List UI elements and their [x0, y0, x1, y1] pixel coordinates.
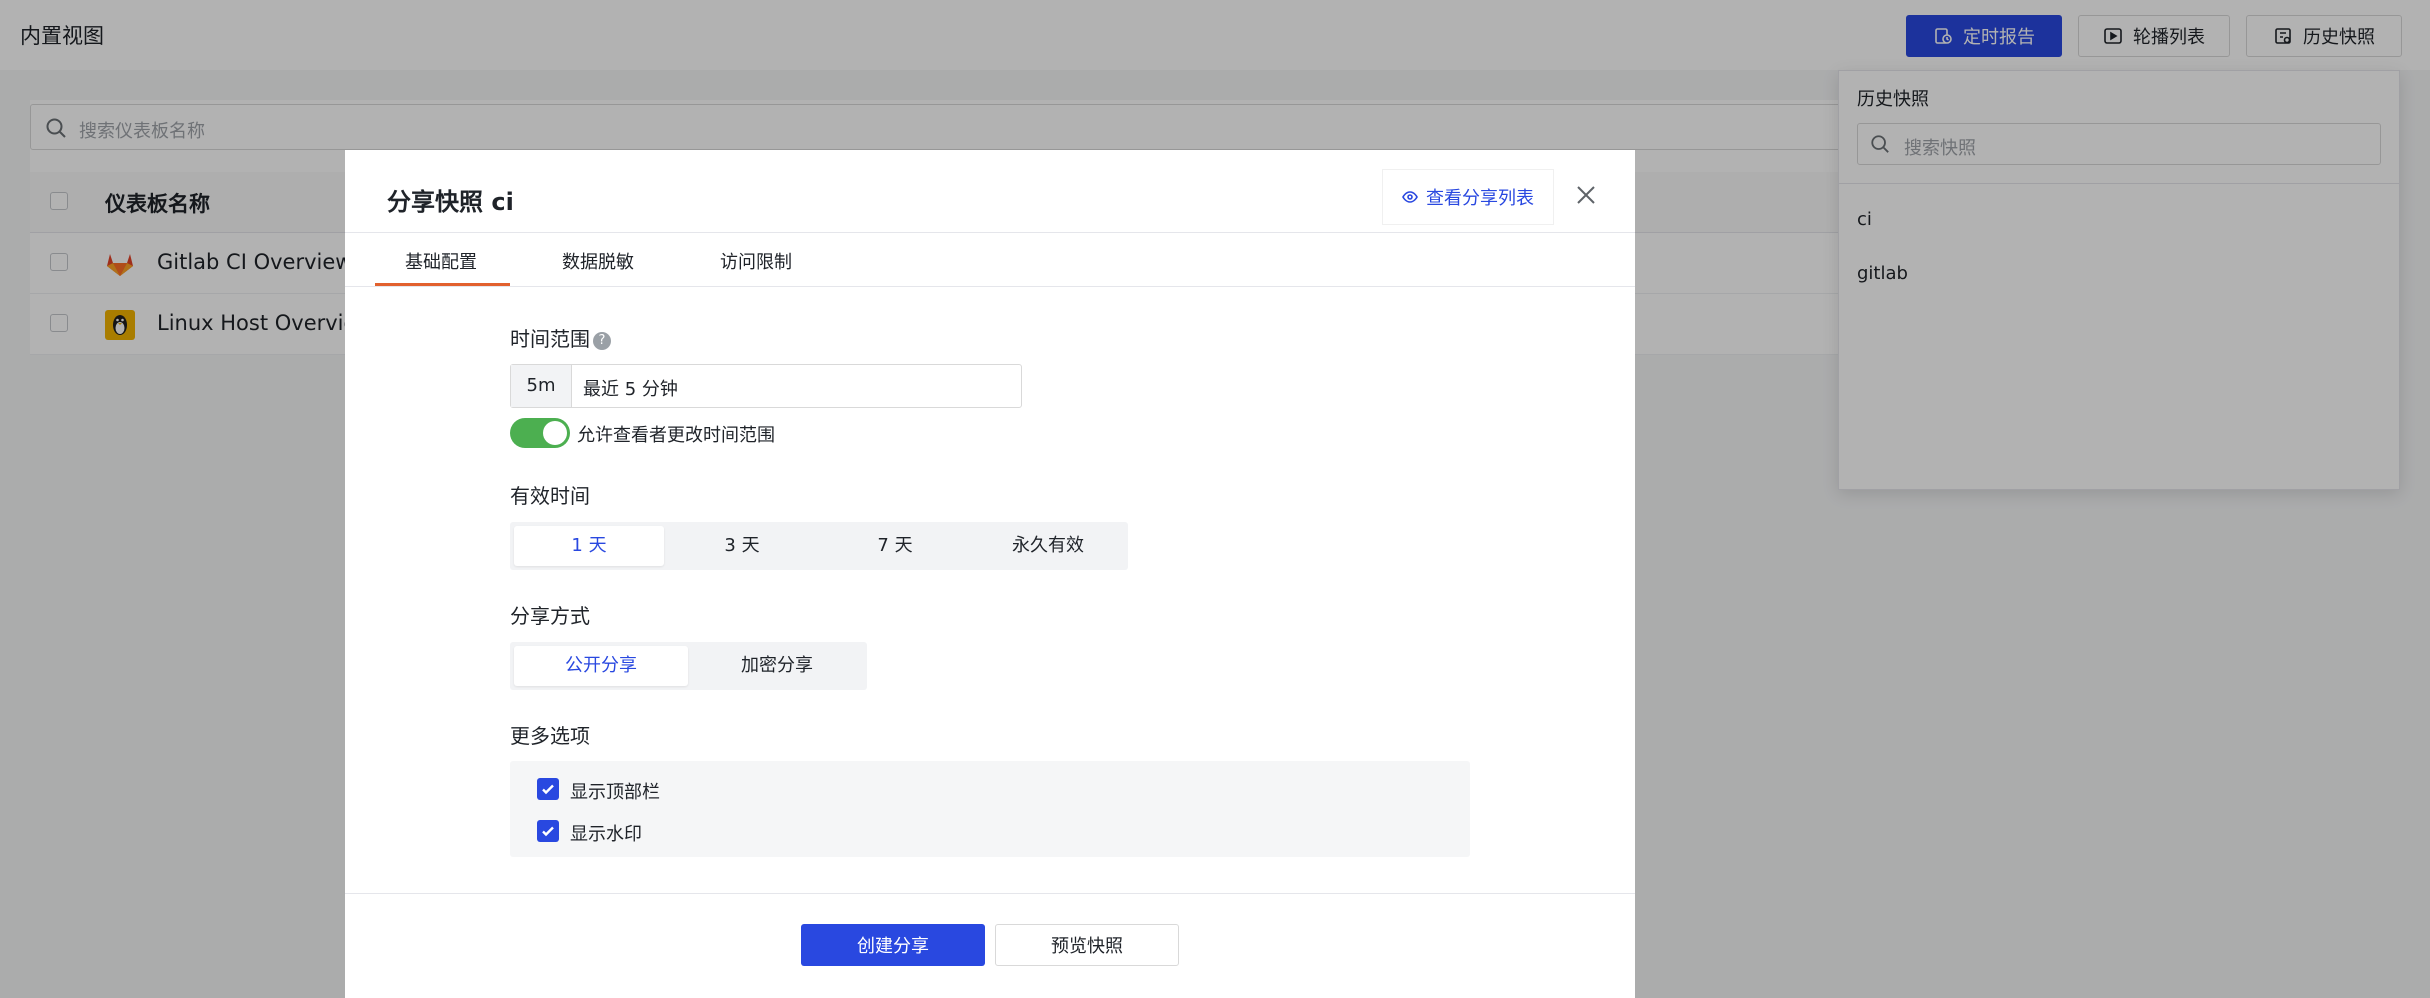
share-mode-public[interactable]: 公开分享 — [514, 646, 688, 686]
more-options-box: 显示顶部栏 显示水印 — [510, 761, 1470, 857]
tab-access-restriction[interactable]: 访问限制 — [720, 248, 792, 274]
allow-change-time-toggle[interactable] — [510, 418, 570, 448]
validity-option-3-days[interactable]: 3 天 — [667, 526, 817, 566]
show-top-bar-checkbox[interactable] — [537, 778, 559, 800]
show-top-bar-label: 显示顶部栏 — [570, 782, 660, 803]
tabs-divider — [345, 286, 1635, 287]
more-options-label: 更多选项 — [510, 724, 590, 748]
validity-option-1-day[interactable]: 1 天 — [514, 526, 664, 566]
eye-icon — [1402, 191, 1418, 203]
validity-option-7-days[interactable]: 7 天 — [820, 526, 970, 566]
view-share-list-button[interactable]: 查看分享列表 — [1383, 170, 1553, 224]
validity-option-permanent[interactable]: 永久有效 — [973, 526, 1123, 566]
time-range-prefix: 5m — [511, 365, 572, 407]
preview-snapshot-button[interactable]: 预览快照 — [995, 924, 1179, 966]
time-range-value: 最近 5 分钟 — [583, 379, 678, 400]
show-watermark-checkbox[interactable] — [537, 820, 559, 842]
share-snapshot-modal: 分享快照 ci 查看分享列表 基础配置 数据脱敏 访问限制 时间范围? 5m 最… — [345, 150, 1635, 998]
check-icon — [542, 784, 554, 795]
show-watermark-label: 显示水印 — [570, 824, 642, 845]
help-icon[interactable]: ? — [593, 332, 611, 350]
share-mode-segmented-control: 公开分享 加密分享 — [510, 642, 867, 690]
header-divider — [345, 232, 1635, 233]
allow-change-time-label: 允许查看者更改时间范围 — [577, 425, 775, 446]
validity-label: 有效时间 — [510, 484, 590, 508]
modal-title: 分享快照 ci — [387, 188, 514, 216]
time-range-section: 时间范围? — [510, 323, 611, 352]
validity-segmented-control: 1 天 3 天 7 天 永久有效 — [510, 522, 1128, 570]
create-share-button[interactable]: 创建分享 — [801, 924, 985, 966]
tab-data-masking[interactable]: 数据脱敏 — [562, 248, 634, 274]
time-range-picker[interactable]: 5m 最近 5 分钟 — [510, 364, 1022, 408]
share-mode-encrypted[interactable]: 加密分享 — [691, 646, 863, 686]
tab-basic-config[interactable]: 基础配置 — [405, 248, 477, 274]
view-share-list-label: 查看分享列表 — [1426, 188, 1534, 209]
footer-divider — [345, 893, 1635, 894]
close-icon[interactable] — [1573, 182, 1599, 208]
check-icon — [542, 826, 554, 837]
toggle-knob — [543, 421, 567, 445]
share-mode-label: 分享方式 — [510, 604, 590, 628]
time-range-label: 时间范围 — [510, 327, 590, 351]
